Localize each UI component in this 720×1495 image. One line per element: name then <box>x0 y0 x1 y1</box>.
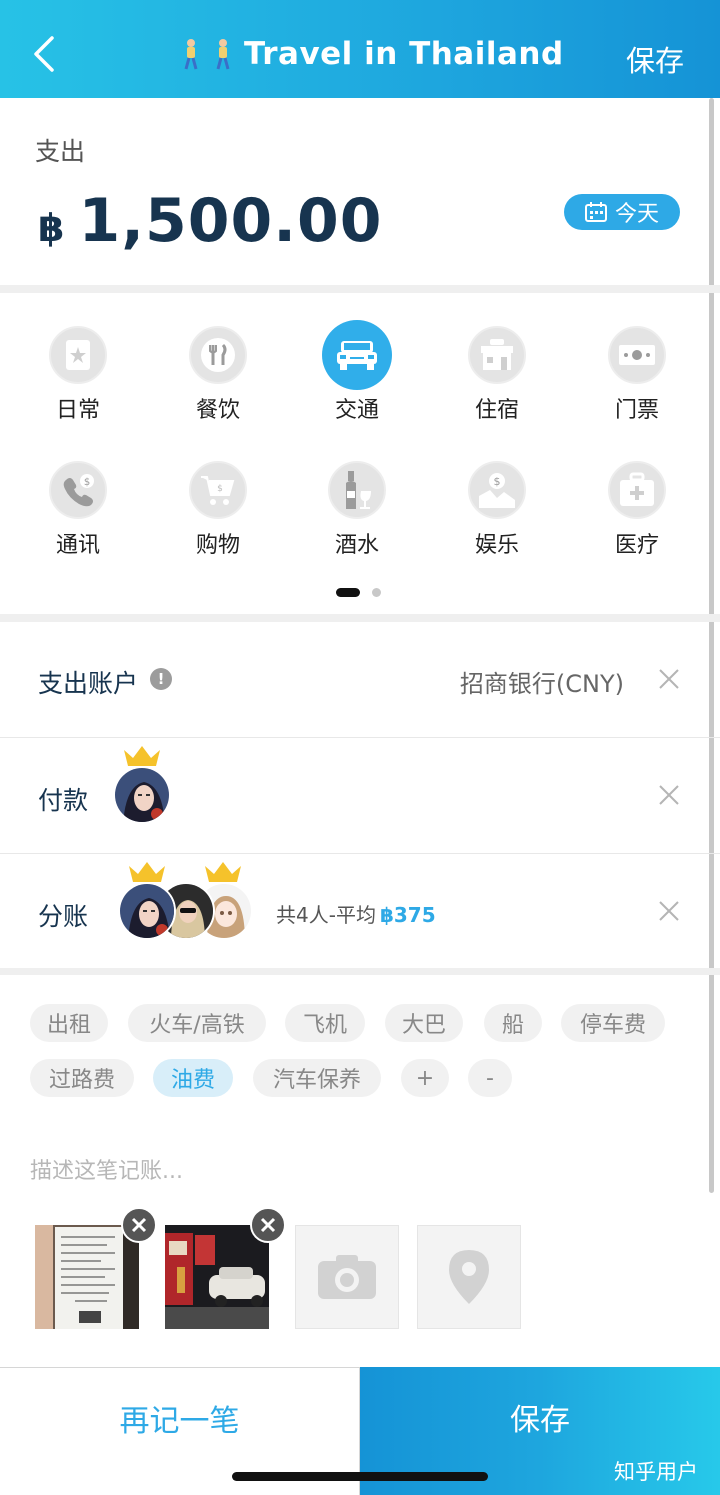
svg-text:$: $ <box>84 477 90 488</box>
watermark-text: 知乎用户 <box>614 1460 698 1484</box>
receipt-photo[interactable] <box>35 1225 139 1329</box>
cart-icon: $ <box>189 461 247 519</box>
gas-station-photo[interactable] <box>165 1225 269 1329</box>
tag-item[interactable]: 过路费 <box>30 1059 134 1097</box>
divider <box>0 968 720 975</box>
amount-display[interactable]: ฿ 1,500.00 <box>38 186 383 256</box>
close-icon[interactable] <box>658 668 680 690</box>
tag-item[interactable]: 火车/高铁 <box>128 1004 266 1042</box>
category-dining[interactable]: 餐饮 <box>168 326 268 424</box>
calendar-icon <box>584 202 607 222</box>
close-icon[interactable] <box>658 900 680 922</box>
entertainment-icon: $ <box>468 461 526 519</box>
daily-icon <box>49 326 107 384</box>
split-label: 分账 <box>38 902 89 931</box>
category-shopping[interactable]: $ 购物 <box>168 461 268 559</box>
category-label: 餐饮 <box>195 398 240 423</box>
close-icon[interactable] <box>658 784 680 806</box>
home-indicator[interactable] <box>232 1472 488 1481</box>
page-dot-active <box>336 588 360 597</box>
split-average: ฿375 <box>379 903 436 927</box>
category-label: 娱乐 <box>474 533 519 558</box>
split-summary-text: 共4人-平均 <box>276 903 376 927</box>
category-transport[interactable]: 交通 <box>307 320 407 424</box>
account-value[interactable]: 招商银行(CNY) <box>460 664 624 699</box>
close-icon <box>260 1217 276 1233</box>
phone-icon: $ <box>49 461 107 519</box>
date-button[interactable]: 今天 <box>564 194 680 230</box>
location-pin-icon <box>449 1250 489 1304</box>
category-tickets[interactable]: 门票 <box>587 326 687 424</box>
divider <box>0 614 720 622</box>
tag-item[interactable]: 飞机 <box>285 1004 365 1042</box>
category-drinks[interactable]: 酒水 <box>307 461 407 559</box>
hotel-icon <box>468 326 526 384</box>
svg-text:$: $ <box>217 484 223 494</box>
crown-icon <box>124 746 160 766</box>
amount-value[interactable]: 1,500.00 <box>78 186 382 256</box>
drinks-icon <box>328 461 386 519</box>
tag-item[interactable]: 出租 <box>30 1004 108 1042</box>
car-icon <box>322 320 392 390</box>
tag-item-selected[interactable]: 油费 <box>153 1059 233 1097</box>
tag-item[interactable]: 汽车保养 <box>253 1059 381 1097</box>
remove-photo-button[interactable] <box>121 1207 157 1243</box>
category-telecom[interactable]: $ 通讯 <box>28 461 128 559</box>
category-label: 门票 <box>614 398 659 423</box>
category-label: 日常 <box>55 398 100 423</box>
page-indicator[interactable] <box>336 588 381 597</box>
trip-title-text: Travel in Thailand <box>244 36 564 72</box>
category-daily[interactable]: 日常 <box>28 326 128 424</box>
tag-item[interactable]: 停车费 <box>561 1004 665 1042</box>
back-icon[interactable] <box>30 34 60 74</box>
category-entertainment[interactable]: $ 娱乐 <box>447 461 547 559</box>
category-label: 住宿 <box>474 398 519 423</box>
description-input[interactable]: 描述这笔记账... <box>30 1153 183 1185</box>
category-label: 交通 <box>334 398 379 423</box>
account-label: 支出账户 <box>38 669 139 698</box>
svg-text:$: $ <box>494 475 501 488</box>
category-label: 医疗 <box>614 533 659 558</box>
walking-person-icon <box>216 39 230 70</box>
crown-icon <box>129 862 165 882</box>
header-save-button[interactable]: 保存 <box>626 38 684 80</box>
ticket-icon <box>608 326 666 384</box>
medical-icon <box>608 461 666 519</box>
divider <box>0 285 720 293</box>
date-label: 今天 <box>614 202 659 227</box>
add-expense-screen: Travel in Thailand 保存 支出 ฿ 1,500.00 今天 日… <box>0 0 720 1495</box>
tag-item[interactable]: 大巴 <box>385 1004 463 1042</box>
camera-icon <box>318 1255 376 1299</box>
category-label: 购物 <box>195 533 240 558</box>
split-summary: 共4人-平均 ฿375 <box>276 899 436 928</box>
info-icon[interactable]: ! <box>150 668 172 690</box>
avatar[interactable] <box>113 766 171 824</box>
add-location-button[interactable] <box>417 1225 521 1329</box>
category-label: 酒水 <box>334 533 379 558</box>
payer-row[interactable] <box>0 738 720 854</box>
dining-icon <box>189 326 247 384</box>
payer-label: 付款 <box>38 786 89 815</box>
expense-type-label: 支出 <box>35 137 86 166</box>
avatar[interactable] <box>118 882 176 940</box>
trip-title: Travel in Thailand <box>180 36 564 72</box>
category-label: 通讯 <box>55 533 100 558</box>
tag-item[interactable]: 船 <box>484 1004 542 1042</box>
add-photo-button[interactable] <box>295 1225 399 1329</box>
remove-tag-button[interactable]: - <box>468 1059 512 1097</box>
currency-symbol: ฿ <box>38 206 65 250</box>
page-dot <box>372 588 381 597</box>
close-icon <box>131 1217 147 1233</box>
add-tag-button[interactable]: + <box>401 1059 449 1097</box>
walking-person-icon <box>184 39 198 70</box>
remove-photo-button[interactable] <box>250 1207 286 1243</box>
header-bar: Travel in Thailand 保存 <box>0 0 720 98</box>
category-medical[interactable]: 医疗 <box>587 461 687 559</box>
category-lodging[interactable]: 住宿 <box>447 326 547 424</box>
crown-icon <box>205 862 241 882</box>
